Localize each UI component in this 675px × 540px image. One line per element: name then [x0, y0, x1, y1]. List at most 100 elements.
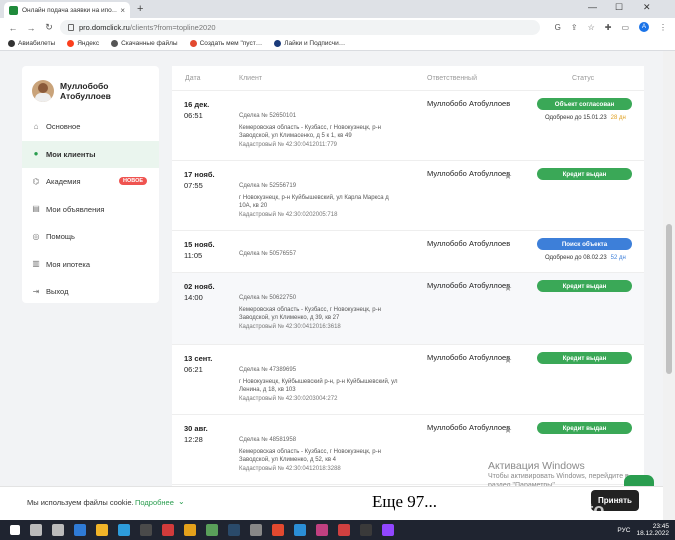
browser-tab[interactable]: Онлайн подача заявки на ипо… × — [4, 2, 130, 18]
status-badge: Кредит выдан — [537, 352, 632, 364]
sidebar-item-label: Академия — [46, 177, 81, 187]
table-row[interactable]: 02 нояб. 14:00 Сделка № 50622750 Кемеровска… — [172, 273, 644, 345]
app-icon[interactable] — [360, 524, 372, 536]
search-icon[interactable] — [30, 524, 42, 536]
row-date: 30 авг. — [184, 424, 208, 433]
bookmark-item[interactable]: Создать мем "пуст… — [189, 40, 262, 47]
bookmark-icon — [189, 40, 197, 47]
forward-icon[interactable]: → — [26, 23, 36, 33]
sidepanel-icon[interactable]: ▭ — [621, 23, 629, 32]
deal-number: Сделка № 52556719 — [239, 183, 297, 189]
chrome-icon[interactable] — [184, 524, 196, 536]
status-badge: Поиск объекта — [537, 238, 632, 250]
sidebar-item-3[interactable]: ⌬ Академия НОВОЕ — [22, 168, 159, 196]
sidebar-item-5[interactable]: ◎ Помощь — [22, 223, 159, 251]
profile-card[interactable]: Муллобобо Атобуллоев — [22, 66, 159, 113]
address-bar: ← → ↻ pro.domclick.ru /clients?from=topl… — [0, 18, 675, 37]
yandex-icon[interactable] — [272, 524, 284, 536]
watermark-title: Активация Windows — [488, 460, 585, 472]
user-icon: ● — [33, 149, 39, 159]
extensions-icon[interactable]: ✚ — [605, 23, 612, 32]
browser-tab-bar: Онлайн подача заявки на ипо… × + — ☐ ✕ — [0, 0, 675, 18]
sidebar-item-label: Основное — [46, 122, 81, 132]
client-address: Кемеровская область - Кузбасс, г Новокуз… — [239, 125, 381, 139]
maximize-icon[interactable]: ☐ — [615, 2, 623, 13]
chevron-down-icon[interactable]: ⌄ — [178, 497, 185, 506]
bookmark-item[interactable]: Яндекс — [67, 40, 99, 47]
app-icon[interactable] — [338, 524, 350, 536]
bookmark-item[interactable]: Скачанные файлы — [111, 40, 178, 47]
close-icon[interactable]: × — [120, 6, 125, 15]
windows-start-icon[interactable] — [10, 525, 20, 535]
edge-icon[interactable] — [294, 524, 306, 536]
minimize-icon[interactable]: — — [588, 2, 597, 12]
app-icon[interactable] — [250, 524, 262, 536]
profile-avatar-icon[interactable]: A — [639, 22, 649, 32]
reload-icon[interactable]: ↻ — [44, 22, 54, 33]
new-tab-button[interactable]: + — [137, 3, 143, 15]
sidebar: Муллобобо Атобуллоев ⌂ Основное ● Мои клиен… — [22, 66, 159, 303]
page-content: Муллобобо Атобуллоев ⌂ Основное ● Мои клиен… — [0, 51, 675, 520]
bookmark-item[interactable]: Авиабилеты — [8, 40, 55, 47]
bookmark-label: Лайки и Подписчи… — [284, 40, 346, 47]
bookmark-label: Скачанные файлы — [121, 40, 178, 47]
header-client: Клиент — [239, 75, 263, 82]
days-left: 28 дн — [610, 115, 626, 121]
star-icon[interactable]: ★ — [504, 355, 512, 366]
deal-number: Сделка № 50576557 — [239, 251, 297, 257]
clock[interactable]: 23:45 18.12.2022 — [636, 523, 669, 537]
table-row[interactable]: 16 дек. 06:51 Сделка № 52650101 Кемеровская… — [172, 91, 644, 161]
url-input[interactable]: pro.domclick.ru /clients?from=topline202… — [60, 20, 540, 35]
sidebar-item-2[interactable]: ● Мои клиенты — [22, 140, 159, 168]
sidebar-item-7[interactable]: ⇥ Выход — [22, 278, 159, 306]
steam-icon[interactable] — [228, 524, 240, 536]
lock-icon — [68, 24, 74, 31]
taskview-icon[interactable] — [52, 524, 64, 536]
header-responsible: Ответственный — [427, 75, 477, 82]
lang-indicator[interactable]: РУС — [617, 527, 630, 534]
app-icon[interactable] — [74, 524, 86, 536]
clients-table: Дата Клиент Ответственный Статус 16 дек.… — [172, 66, 644, 520]
cookie-more-link[interactable]: Подробнее — [135, 498, 174, 507]
status-badge: Объект согласован — [537, 98, 632, 110]
star-icon[interactable]: ★ — [504, 425, 512, 436]
sidebar-item-4[interactable]: ▤ Мои объявления — [22, 196, 159, 224]
bookmark-label: Яндекс — [77, 40, 100, 47]
twitch-icon[interactable] — [382, 524, 394, 536]
scroll-thumb[interactable] — [666, 224, 672, 374]
cadastral-number: Кадастровый № 42:30:0412018:3288 — [239, 466, 341, 472]
user-name-last: Атобуллоев — [60, 90, 111, 101]
status-badge: Кредит выдан — [537, 280, 632, 292]
sidebar-item-6[interactable]: ▥ Моя ипотека — [22, 251, 159, 279]
app-icon[interactable] — [206, 524, 218, 536]
sidebar-item-1[interactable]: ⌂ Основное — [22, 113, 159, 141]
table-row[interactable]: 15 нояб. 11:05 Сделка № 50576557 Муллобобо … — [172, 231, 644, 273]
bookmark-item[interactable]: Лайки и Подписчи… — [274, 40, 345, 47]
share-icon[interactable]: ⇪ — [571, 23, 578, 32]
app-icon[interactable] — [118, 524, 130, 536]
app-icon[interactable] — [162, 524, 174, 536]
row-time: 06:21 — [184, 365, 203, 374]
app-icon[interactable] — [316, 524, 328, 536]
bookmark-icon — [8, 40, 15, 47]
client-address: г Новокузнецк, р-н Куйбышевский, ул Карл… — [239, 195, 389, 209]
cadastral-number: Кадастровый № 42:30:0203004:272 — [239, 396, 338, 402]
scrollbar[interactable] — [663, 51, 675, 520]
approved-until: Одобрено до 15.01.23 — [545, 115, 607, 121]
home-icon: ⌂ — [33, 121, 39, 131]
responsible-name: Муллобобо Атобуллоев — [427, 281, 511, 290]
star-icon[interactable]: ★ — [504, 283, 512, 294]
window-close-icon[interactable]: ✕ — [643, 2, 651, 13]
google-icon[interactable]: G — [555, 23, 561, 32]
bookmark-star-icon[interactable]: ☆ — [588, 23, 595, 32]
table-row[interactable]: 17 нояб. 07:55 Сделка № 52556719 г Новокузн… — [172, 161, 644, 231]
user-name-first: Муллобобо — [60, 80, 109, 91]
back-icon[interactable]: ← — [8, 23, 18, 33]
sidebar-item-label: Выход — [46, 287, 69, 297]
menu-dots-icon[interactable]: ⋮ — [659, 23, 667, 32]
star-icon[interactable]: ★ — [504, 171, 512, 182]
app-icon[interactable] — [140, 524, 152, 536]
table-row[interactable]: 13 сент. 06:21 Сделка № 47389695 г Новокузн… — [172, 345, 644, 415]
sidebar-item-label: Мои объявления — [46, 204, 105, 214]
folder-icon[interactable] — [96, 524, 108, 536]
